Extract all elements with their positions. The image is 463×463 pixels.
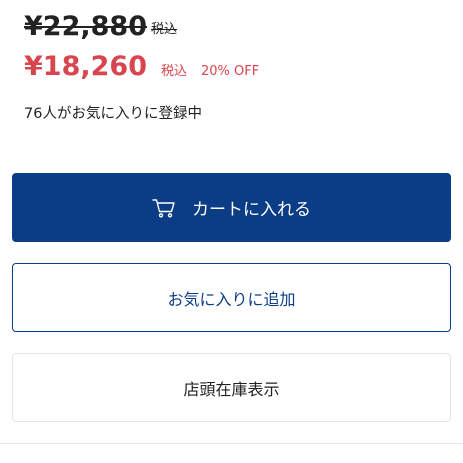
add-to-favorites-label: お気に入りに追加 <box>167 289 296 309</box>
add-to-cart-label: カートに入れる <box>192 200 311 220</box>
store-stock-label: 店頭在庫表示 <box>183 379 280 399</box>
add-to-cart-button[interactable]: カートに入れる <box>12 173 451 242</box>
discount-badge: 20% OFF <box>201 64 260 79</box>
cart-icon <box>152 198 176 218</box>
add-to-favorites-button[interactable]: お気に入りに追加 <box>12 263 451 332</box>
original-price-row: ¥22,880 税込 <box>24 2 177 42</box>
sale-price-row: ¥18,260 税込 20% OFF <box>24 50 259 86</box>
divider <box>0 443 463 444</box>
original-price: ¥22,880 <box>24 11 147 42</box>
original-tax-label: 税込 <box>150 22 177 37</box>
store-stock-button[interactable]: 店頭在庫表示 <box>12 353 451 422</box>
sale-tax-label: 税込 <box>160 64 187 79</box>
sale-price: ¥18,260 <box>24 51 147 82</box>
favorites-count: 76人がお気に入りに登録中 <box>24 106 202 122</box>
